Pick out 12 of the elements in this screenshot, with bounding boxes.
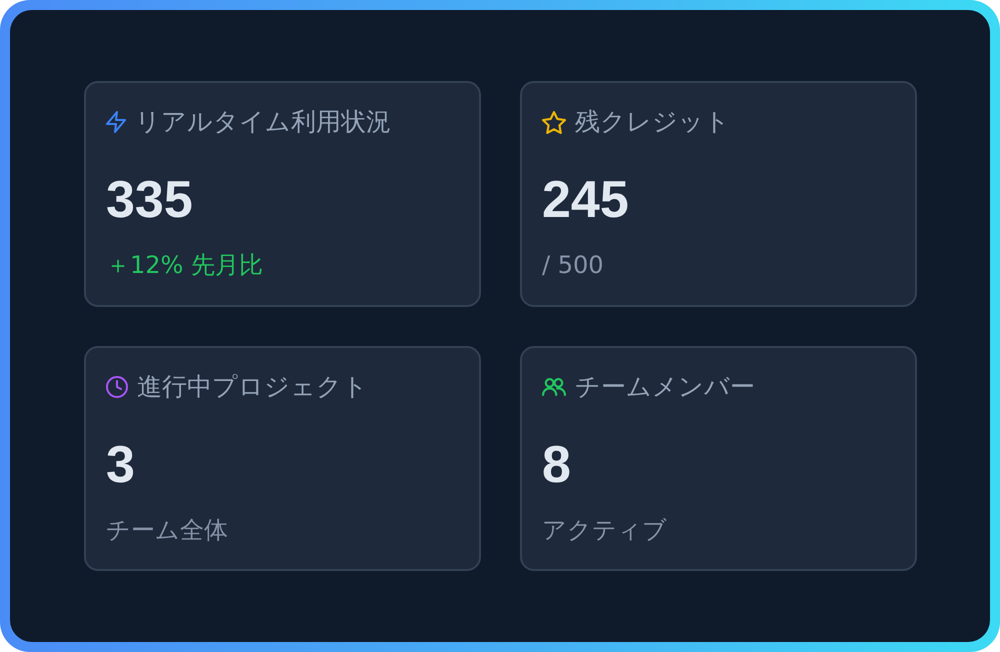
card-title: 進行中プロジェクト [137, 370, 368, 402]
card-title: チームメンバー [575, 370, 755, 402]
card-title: 残クレジット [575, 106, 730, 138]
card-title: リアルタイム利用状況 [135, 106, 391, 138]
stat-note: / 500 [542, 250, 604, 281]
stat-value: 245 [542, 170, 629, 230]
stat-note: チーム全体 [106, 514, 228, 546]
stat-value: 335 [106, 170, 193, 230]
stat-note: アクティブ [542, 514, 667, 546]
stat-value: 3 [106, 434, 135, 494]
stat-value: 8 [542, 434, 571, 494]
stat-note: ＋12% 先月比 [106, 250, 263, 281]
